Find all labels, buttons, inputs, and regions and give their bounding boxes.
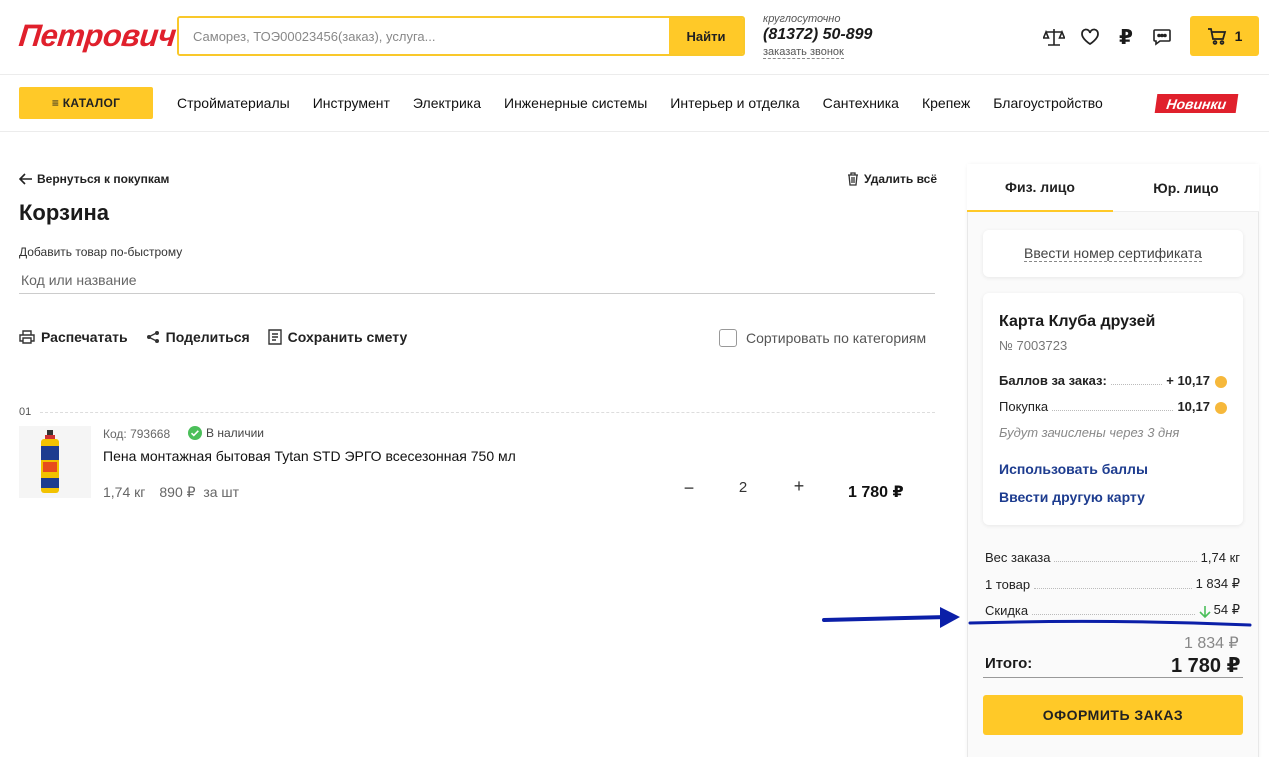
phone-number[interactable]: (81372) 50-899 <box>763 27 872 43</box>
weight-value: 1,74 кг <box>1200 550 1240 565</box>
items-value: 1 834 ₽ <box>1195 576 1240 591</box>
decrease-quantity-button[interactable]: − <box>680 478 698 499</box>
catalog-button[interactable]: ≡ КАТАЛОГ <box>19 87 153 119</box>
arrow-left-icon <box>19 173 32 185</box>
share-label: Поделиться <box>165 329 250 345</box>
cart-toolbar: Распечатать Поделиться Сохранить смету <box>19 329 407 345</box>
print-button[interactable]: Распечатать <box>19 329 128 345</box>
nav-item-tools[interactable]: Инструмент <box>313 95 390 111</box>
heart-icon[interactable] <box>1079 26 1101 48</box>
quantity-value[interactable]: 2 <box>733 479 753 496</box>
phone-block: круглосуточно (81372) 50-899 заказать зв… <box>763 14 872 59</box>
increase-quantity-button[interactable]: + <box>790 476 808 497</box>
product-weight: 1,74 кг <box>103 484 146 500</box>
nav-item-building-materials[interactable]: Стройматериалы <box>177 95 290 111</box>
save-estimate-label: Сохранить смету <box>287 329 408 345</box>
chat-icon[interactable] <box>1151 26 1173 48</box>
weight-row: Вес заказа 1,74 кг <box>985 550 1240 565</box>
nav-item-new[interactable]: Новинки <box>1154 94 1239 113</box>
nav-item-electrics[interactable]: Электрика <box>413 95 481 111</box>
arrow-down-icon <box>1199 606 1211 618</box>
item-total-price: 1 780 ₽ <box>848 484 904 501</box>
nav-item-landscaping[interactable]: Благоустройство <box>993 95 1103 111</box>
check-circle-icon <box>188 426 202 440</box>
points-row: Баллов за заказ: + 10,17 <box>999 373 1227 388</box>
product-image[interactable] <box>19 426 91 498</box>
header-divider <box>0 74 1269 75</box>
nav-item-engineering[interactable]: Инженерные системы <box>504 95 647 111</box>
main-nav: Стройматериалы Инструмент Электрика Инже… <box>177 95 1103 111</box>
coin-icon <box>1215 402 1227 414</box>
total-value: 1 780 ₽ <box>1171 655 1241 677</box>
cart-count: 1 <box>1234 28 1243 44</box>
search-button[interactable]: Найти <box>669 18 743 54</box>
old-total-price: 1 834 ₽ <box>1184 635 1239 652</box>
points-value: + 10,17 <box>1166 373 1210 388</box>
page-title: Корзина <box>19 200 109 225</box>
save-estimate-button[interactable]: Сохранить смету <box>267 329 408 345</box>
callback-link[interactable]: заказать звонок <box>763 47 844 59</box>
print-label: Распечатать <box>41 329 128 345</box>
delete-all-button[interactable]: Удалить всё <box>847 172 937 186</box>
search-input[interactable] <box>179 18 669 54</box>
items-label: 1 товар <box>985 577 1031 592</box>
coin-icon <box>1215 376 1227 388</box>
certificate-button[interactable]: Ввести номер сертификата <box>983 230 1243 277</box>
document-icon <box>267 329 282 345</box>
cart-icon <box>1207 28 1226 45</box>
item-index: 01 <box>19 406 32 418</box>
items-row: 1 товар 1 834 ₽ <box>985 576 1240 592</box>
search-bar: Найти <box>177 16 745 56</box>
item-divider <box>40 412 935 413</box>
certificate-label: Ввести номер сертификата <box>1024 245 1202 262</box>
club-card-number: № 7003723 <box>999 338 1068 353</box>
discount-label: Скидка <box>985 603 1029 618</box>
discount-row: Скидка 54 ₽ <box>985 602 1240 618</box>
nav-item-interior[interactable]: Интерьер и отделка <box>670 95 799 111</box>
club-card-title: Карта Клуба друзей <box>999 313 1156 330</box>
tab-individual[interactable]: Физ. лицо <box>967 164 1113 212</box>
printer-icon <box>19 330 35 344</box>
back-to-shopping-link[interactable]: Вернуться к покупкам <box>19 172 169 186</box>
cart-button[interactable]: 1 <box>1190 16 1259 56</box>
product-name[interactable]: Пена монтажная бытовая Tytan STD ЭРГО вс… <box>103 448 516 464</box>
other-card-link[interactable]: Ввести другую карту <box>999 489 1145 505</box>
back-label: Вернуться к покупкам <box>37 172 170 186</box>
use-points-link[interactable]: Использовать баллы <box>999 461 1148 477</box>
sort-by-category-toggle[interactable]: Сортировать по категориям <box>719 329 926 347</box>
quick-add-input[interactable] <box>19 266 935 294</box>
discount-value: 54 ₽ <box>1213 602 1240 617</box>
share-icon <box>146 331 159 343</box>
sort-label: Сортировать по категориям <box>746 330 927 346</box>
logo[interactable]: Петрович <box>17 18 177 54</box>
purchase-value: 10,17 <box>1177 399 1210 414</box>
tab-legal-entity[interactable]: Юр. лицо <box>1113 164 1259 212</box>
sort-checkbox[interactable] <box>719 329 737 347</box>
purchase-label: Покупка <box>999 399 1049 414</box>
ruble-icon[interactable]: ₽ <box>1115 26 1137 49</box>
phone-note: круглосуточно <box>763 13 841 25</box>
weight-label: Вес заказа <box>985 550 1051 565</box>
total-divider <box>983 677 1243 678</box>
purchase-points-row: Покупка 10,17 <box>999 399 1227 414</box>
total-label: Итого: <box>985 655 1033 672</box>
share-button[interactable]: Поделиться <box>146 329 250 345</box>
quick-add-label: Добавить товар по-быстрому <box>19 245 183 259</box>
delete-all-label: Удалить всё <box>864 172 938 186</box>
points-note: Будут зачислены через 3 дня <box>999 425 1180 440</box>
stock-status: В наличии <box>188 426 264 440</box>
nav-divider <box>0 131 1269 132</box>
stock-label: В наличии <box>206 426 265 440</box>
points-label: Баллов за заказ: <box>999 373 1107 388</box>
product-unit-price: 890 ₽ за шт <box>159 484 240 500</box>
trash-icon <box>848 172 858 186</box>
scales-icon[interactable] <box>1043 26 1065 48</box>
product-meta: 1,74 кг 890 ₽ за шт <box>103 484 239 501</box>
checkout-button[interactable]: ОФОРМИТЬ ЗАКАЗ <box>983 695 1243 735</box>
product-code: Код: 793668 <box>103 427 171 441</box>
nav-item-fasteners[interactable]: Крепеж <box>922 95 970 111</box>
nav-item-plumbing[interactable]: Сантехника <box>823 95 899 111</box>
